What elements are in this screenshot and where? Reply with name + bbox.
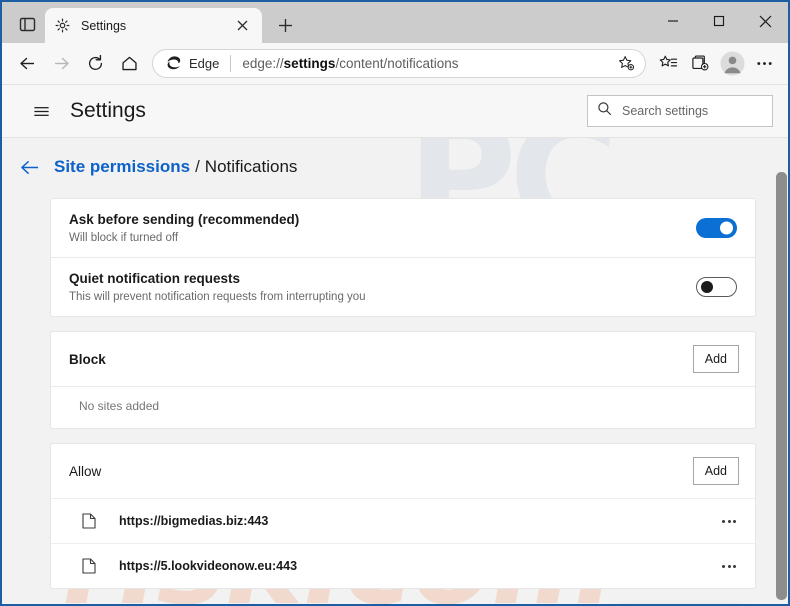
omnibox-divider bbox=[230, 55, 232, 72]
navigation-toolbar: Edge edge://settings/content/notificatio… bbox=[2, 43, 788, 85]
block-section-header: Block Add bbox=[51, 332, 755, 386]
search-icon bbox=[597, 101, 612, 121]
breadcrumb-separator: / bbox=[195, 157, 200, 176]
window-controls bbox=[650, 2, 788, 40]
collections-icon[interactable] bbox=[684, 48, 716, 80]
new-tab-icon[interactable] bbox=[270, 11, 300, 39]
setting-subtitle: This will prevent notification requests … bbox=[69, 291, 366, 303]
url-text: edge://settings/content/notifications bbox=[242, 56, 613, 71]
home-icon[interactable] bbox=[112, 47, 146, 81]
search-settings-input[interactable]: Search settings bbox=[587, 95, 773, 127]
tab-close-icon[interactable] bbox=[231, 15, 253, 37]
allow-section-title: Allow bbox=[69, 463, 102, 479]
browser-window: Settings Edge edge://settings/content/no… bbox=[0, 0, 790, 606]
url-prefix: edge:// bbox=[242, 56, 284, 71]
url-bold-segment: settings bbox=[283, 56, 336, 71]
tab-search-icon[interactable] bbox=[12, 11, 42, 38]
notification-toggles-card: Ask before sending (recommended) Will bl… bbox=[50, 198, 756, 317]
block-add-button[interactable]: Add bbox=[692, 345, 739, 373]
site-actions-menu-icon[interactable] bbox=[715, 553, 743, 579]
minimize-button[interactable] bbox=[650, 2, 696, 40]
url-suffix: /content/notifications bbox=[335, 56, 459, 71]
allow-section-header: Allow Add bbox=[51, 444, 755, 498]
edge-brand-label: Edge bbox=[189, 56, 220, 71]
profile-avatar-icon[interactable] bbox=[716, 48, 748, 80]
toggle-ask-before-sending[interactable] bbox=[696, 218, 737, 238]
breadcrumb-current: Notifications bbox=[204, 157, 298, 176]
setting-text-block: Quiet notification requests This will pr… bbox=[69, 271, 696, 303]
close-button[interactable] bbox=[742, 2, 788, 40]
maximize-button[interactable] bbox=[696, 2, 742, 40]
breadcrumb: Site permissions / Notifications bbox=[2, 138, 788, 192]
toggle-knob bbox=[701, 281, 713, 293]
setting-title: Quiet notification requests bbox=[69, 271, 241, 286]
allow-add-button[interactable]: Add bbox=[692, 457, 739, 485]
tab-title: Settings bbox=[81, 18, 127, 33]
block-section-card: Block Add No sites added bbox=[50, 331, 756, 429]
document-icon bbox=[79, 513, 99, 529]
setting-row-quiet-notification-requests: Quiet notification requests This will pr… bbox=[51, 257, 755, 316]
browser-tab-settings[interactable]: Settings bbox=[45, 8, 262, 43]
site-url: https://5.lookvideonow.eu:443 bbox=[119, 559, 298, 573]
settings-more-icon[interactable] bbox=[748, 48, 780, 80]
site-actions-menu-icon[interactable] bbox=[715, 508, 743, 534]
document-icon bbox=[79, 558, 99, 574]
setting-text-block: Ask before sending (recommended) Will bl… bbox=[69, 212, 696, 244]
toggle-knob bbox=[720, 221, 733, 235]
favorites-list-icon[interactable] bbox=[652, 48, 684, 80]
search-placeholder: Search settings bbox=[622, 104, 709, 118]
toggle-quiet-notification-requests[interactable] bbox=[696, 277, 737, 297]
table-row: https://bigmedias.biz:443 bbox=[51, 498, 755, 543]
back-arrow-icon[interactable] bbox=[20, 154, 50, 180]
settings-page: Settings Search settings PC risk.com bbox=[2, 85, 788, 604]
gear-icon bbox=[54, 17, 71, 34]
hamburger-menu-icon[interactable] bbox=[24, 94, 58, 128]
block-empty-message: No sites added bbox=[51, 386, 755, 428]
setting-row-ask-before-sending: Ask before sending (recommended) Will bl… bbox=[51, 199, 755, 257]
back-icon[interactable] bbox=[10, 47, 44, 81]
favorite-star-icon[interactable] bbox=[613, 51, 639, 77]
address-bar[interactable]: Edge edge://settings/content/notificatio… bbox=[152, 49, 646, 78]
table-row: https://5.lookvideonow.eu:443 bbox=[51, 543, 755, 588]
page-scrollbar[interactable] bbox=[776, 172, 787, 600]
site-url: https://bigmedias.biz:443 bbox=[119, 514, 269, 528]
forward-icon bbox=[44, 47, 78, 81]
refresh-icon[interactable] bbox=[78, 47, 112, 81]
settings-content: PC risk.com Site permissions / Notificat… bbox=[2, 137, 788, 604]
edge-logo-icon: Edge bbox=[165, 55, 219, 72]
block-section-title: Block bbox=[69, 351, 106, 367]
setting-title: Ask before sending (recommended) bbox=[69, 212, 300, 227]
title-bar: Settings bbox=[2, 2, 788, 43]
setting-subtitle: Will block if turned off bbox=[69, 232, 179, 244]
allow-section-card: Allow Add https://bigmedias.biz:443 http… bbox=[50, 443, 756, 589]
breadcrumb-parent-link[interactable]: Site permissions bbox=[54, 157, 190, 177]
page-title: Settings bbox=[70, 99, 146, 122]
settings-header: Settings Search settings bbox=[2, 85, 788, 137]
